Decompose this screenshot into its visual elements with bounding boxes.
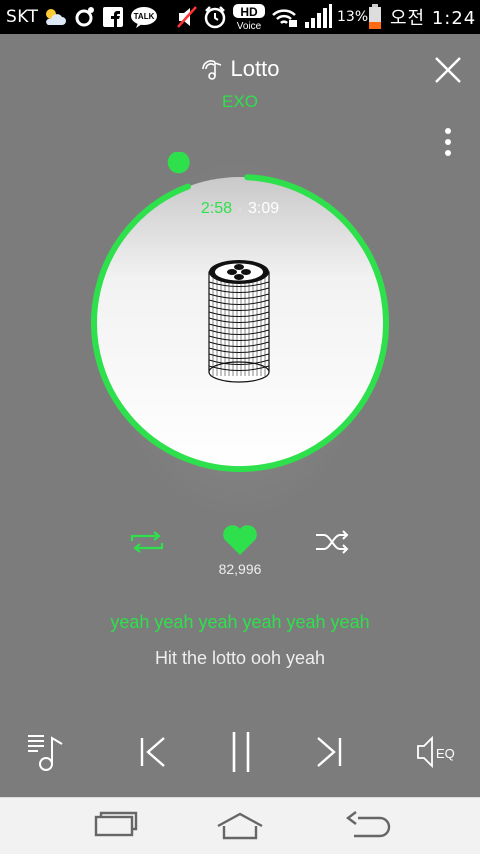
weather-icon — [46, 9, 66, 25]
song-header: Lotto — [0, 52, 480, 86]
lyric-next-line[interactable]: Hit the lotto ooh yeah — [0, 648, 480, 669]
playback-controls: EQ — [0, 724, 480, 784]
alarm-icon — [204, 6, 226, 29]
system-nav-bar — [0, 797, 480, 854]
home-icon[interactable] — [210, 808, 270, 844]
like-count: 82,996 — [218, 561, 262, 577]
close-icon[interactable] — [430, 52, 466, 88]
back-icon[interactable] — [340, 808, 400, 844]
artist-name[interactable]: EXO — [0, 92, 480, 112]
equalizer-icon[interactable]: EQ — [414, 730, 460, 774]
album-art — [208, 260, 270, 383]
progress-knob[interactable] — [167, 151, 190, 174]
pause-icon[interactable] — [226, 728, 256, 776]
notification-icons: TALK — [42, 0, 158, 34]
wifi-lock-icon — [272, 9, 297, 27]
next-track-icon[interactable] — [312, 730, 346, 774]
elapsed-time: 2:58 — [200, 200, 232, 217]
music-player: Lotto EXO 2:58 · 3:09 82,996 yeah yeah y… — [0, 34, 480, 797]
music-note-wave-icon — [201, 60, 221, 80]
hd-voice-icon: HD Voice — [233, 4, 265, 31]
mute-icon — [177, 6, 197, 28]
album-disc: 2:58 · 3:09 — [82, 151, 398, 482]
time-display: 2:58 · 3:09 — [82, 200, 398, 218]
song-title: Lotto — [230, 56, 280, 81]
clock: 오전 1:24 — [390, 8, 477, 29]
battery-icon-wrap — [368, 0, 382, 34]
shuffle-icon[interactable] — [314, 529, 352, 555]
heart-icon[interactable] — [221, 523, 259, 557]
facebook-icon — [103, 7, 123, 27]
recent-apps-icon[interactable] — [84, 808, 144, 844]
repeat-icon[interactable] — [128, 529, 166, 555]
kakaotalk-icon: TALK — [131, 7, 157, 28]
battery-icon — [369, 4, 381, 29]
system-icons: HD Voice — [176, 0, 332, 34]
time-separator: · — [238, 202, 242, 216]
more-options-icon[interactable] — [438, 126, 458, 160]
battery-percent: 13% — [337, 9, 369, 25]
hd-voice-bottom-label: Voice — [237, 21, 262, 31]
music-app-icon — [75, 7, 94, 27]
lyric-current-line[interactable]: yeah yeah yeah yeah yeah yeah — [0, 612, 480, 633]
playlist-icon[interactable] — [26, 730, 70, 774]
previous-track-icon[interactable] — [136, 730, 170, 774]
signal-icon — [305, 4, 332, 28]
eq-label: EQ — [436, 746, 455, 761]
mid-controls: 82,996 — [0, 519, 480, 579]
carrier-label: SKT — [6, 7, 39, 27]
status-bar: SKT TALK HD Voice 13% 오전 1:24 — [0, 0, 480, 34]
total-duration: 3:09 — [248, 200, 280, 217]
kakaotalk-label: TALK — [134, 12, 155, 21]
hd-voice-top-label: HD — [240, 5, 258, 19]
